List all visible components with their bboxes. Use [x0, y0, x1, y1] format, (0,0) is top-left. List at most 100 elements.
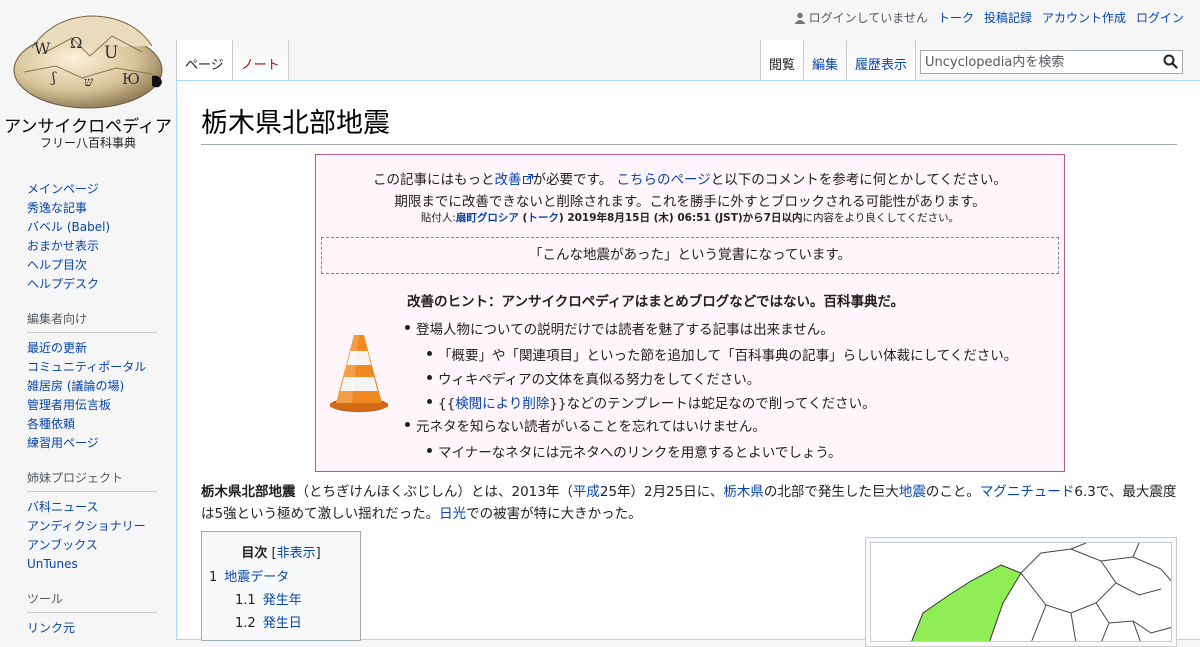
sidebar-item-what-links-here[interactable]: リンク元 — [27, 621, 75, 635]
toc-item[interactable]: 1.1 発生年 — [235, 589, 302, 608]
improve-link[interactable]: 改善 — [495, 172, 533, 188]
search-box — [920, 50, 1183, 74]
sidebar-sisters: 姉妹プロジェクト バ科ニュース アンディクショナリー アンブックス UnTune… — [27, 469, 157, 574]
toc-bracket: ] — [315, 546, 321, 561]
sidebar-item-help-desk[interactable]: ヘルプデスク — [27, 277, 99, 291]
create-account-link[interactable]: アカウント作成 — [1042, 9, 1126, 26]
anon-user-indicator: ログインしていません — [794, 9, 928, 26]
toc-title: 目次 [非表示] — [202, 542, 360, 561]
earthquake-link[interactable]: 地震 — [899, 484, 926, 500]
view-tabs: 閲覧 編集 履歴表示 — [760, 40, 917, 80]
tab-talk[interactable]: ノート — [232, 40, 289, 80]
sig-user-link[interactable]: 扇町グロシア — [456, 212, 519, 224]
svg-text:ש: ש — [84, 75, 94, 90]
puzzle-globe-logo-icon: W Ω U ʃ ש Ю — [13, 15, 163, 109]
hint-subitem: ウィキペディアの文体を真似る努力をしてください。 — [426, 368, 1017, 388]
tab-read[interactable]: 閲覧 — [760, 40, 805, 80]
site-tagline: フリー八百科事典 — [39, 136, 136, 150]
nikko-link[interactable]: 日光 — [439, 506, 466, 522]
toc-hide-toggle[interactable]: 非表示 — [277, 546, 316, 561]
login-link[interactable]: ログイン — [1136, 9, 1184, 26]
sidebar-item-requests[interactable]: 各種依頼 — [27, 417, 75, 431]
svg-text:Ω: Ω — [70, 34, 82, 52]
sidebar-item-recent-changes[interactable]: 最近の更新 — [27, 341, 87, 355]
this-page-link[interactable]: こちらのページ — [617, 172, 711, 188]
notice-text: が必要です。 — [532, 172, 613, 188]
sidebar-item-sandbox[interactable]: 練習用ページ — [27, 436, 99, 450]
sidebar-editors: 編集者向け 最近の更新 コミュニティポータル 雑居房 (議論の場) 管理者用伝言… — [27, 310, 157, 453]
intro-bold-title: 栃木県北部地震 — [201, 484, 296, 500]
map-frame — [870, 542, 1172, 642]
intro-text: （とちぎけんほくぶじしん）とは、2013年（ — [295, 484, 573, 500]
tochigi-map-image — [911, 543, 1171, 641]
hint-list: 登場人物についての説明だけでは読者を魅了する記事は出来ません。 — [405, 318, 834, 338]
hint-item: 登場人物についての説明だけでは読者を魅了する記事は出来ません。 — [405, 318, 834, 338]
toc-link[interactable]: 発生日 — [263, 616, 302, 631]
sidebar-navigation: メインページ 秀逸な記事 バベル (Babel) おまかせ表示 ヘルプ目次 ヘル… — [27, 180, 157, 294]
toc-number: 1 — [209, 570, 218, 585]
sig-talk-link[interactable]: トーク — [527, 212, 559, 224]
intro-text: での被害が特に大きかった。 — [466, 506, 642, 522]
search-input[interactable] — [921, 51, 1159, 74]
sidebar-item-featured[interactable]: 秀逸な記事 — [27, 201, 87, 215]
personal-contributions-link[interactable]: 投稿記録 — [984, 9, 1032, 26]
site-logo[interactable]: W Ω U ʃ ש Ю アンサイクロペディア フリー八百科事典 — [0, 0, 176, 160]
user-icon — [794, 12, 806, 24]
tab-history[interactable]: 履歴表示 — [847, 40, 917, 80]
anon-user-label: ログインしていません — [808, 11, 928, 25]
notice-line-1: この記事にはもっと改善 が必要です。 こちらのページと以下のコメントを参考に何とか… — [316, 168, 1064, 188]
notice-text: この記事にはもっと — [373, 172, 495, 188]
intro-paragraph: 栃木県北部地震（とちぎけんほくぶじしん）とは、2013年（平成25年）2月25日… — [201, 481, 1177, 525]
toc-heading: 目次 — [241, 546, 268, 561]
tab-page[interactable]: ページ — [176, 40, 233, 80]
map-thumbnail[interactable] — [865, 537, 1177, 647]
hint-subitem: {{検閲により削除}}などのテンプレートは蛇足なので削ってください。 — [426, 392, 1017, 412]
notice-text: と以下のコメントを参考に何とかしてください。 — [710, 172, 1007, 188]
toc-number: 1.2 — [235, 616, 256, 631]
sidebar-item-bakanews[interactable]: バ科ニュース — [27, 500, 98, 514]
toc-item[interactable]: 1 地震データ — [209, 566, 289, 585]
magnitude-link[interactable]: マグニチュード — [980, 484, 1075, 500]
sig-suffix: に内容をより良くしてください。 — [802, 212, 960, 224]
toc-link[interactable]: 地震データ — [224, 570, 289, 585]
censored-template-link[interactable]: 検閲により削除 — [455, 396, 549, 412]
toc-link[interactable]: 発生年 — [263, 593, 302, 608]
sidebar-item-unbooks[interactable]: アンブックス — [27, 538, 98, 552]
table-of-contents: 目次 [非表示] 1 地震データ 1.1 発生年 1.2 発生日 — [201, 531, 361, 641]
hint-title: 改善のヒント：アンサイクロペディアはまとめブログなどではない。百科事典だ。 — [407, 294, 905, 310]
search-icon — [1163, 54, 1178, 69]
hint-sublist: 「概要」や「関連項目」といった節を追加して「百科事典の記事」らしい体裁にしてくだ… — [426, 344, 1017, 412]
sidebar-item-village-pump[interactable]: 雑居房 (議論の場) — [27, 379, 124, 393]
personal-tools: ログインしていません トーク 投稿記録 アカウント作成 ログイン — [794, 9, 1184, 26]
intro-text: のこと。 — [925, 484, 980, 500]
personal-talk-link[interactable]: トーク — [938, 9, 974, 26]
sidebar-item-community-portal[interactable]: コミュニティポータル — [27, 360, 146, 374]
toc-item[interactable]: 1.2 発生日 — [235, 612, 302, 631]
hint-sublist-2: マイナーなネタには元ネタへのリンクを用意するとよいでしょう。 — [427, 441, 842, 461]
cleanup-notice-box: この記事にはもっと改善 が必要です。 こちらのページと以下のコメントを参考に何とか… — [315, 154, 1065, 472]
hint-subitem: 「概要」や「関連項目」といった節を追加して「百科事典の記事」らしい体裁にしてくだ… — [426, 344, 1017, 364]
notice-line-2: 期限までに改善できないと削除されます。これを勝手に外すとブロックされる可能性があ… — [394, 194, 986, 210]
svg-text:Ю: Ю — [122, 70, 140, 88]
notice-comment: 「こんな地震があった」という覚書になっています。 — [321, 237, 1059, 274]
sidebar-item-undictionary[interactable]: アンディクショナリー — [27, 519, 146, 533]
search-button[interactable] — [1163, 54, 1178, 73]
toc-number: 1.1 — [235, 593, 256, 608]
sidebar-item-main-page[interactable]: メインページ — [27, 182, 99, 196]
sidebar-item-help-contents[interactable]: ヘルプ目次 — [27, 258, 87, 272]
sidebar-item-admin-board[interactable]: 管理者用伝言板 — [27, 398, 111, 412]
sidebar-item-random[interactable]: おまかせ表示 — [27, 239, 99, 253]
notice-signature: 貼付人:扇町グロシア (トーク) 2019年8月15日 (木) 06:51 (J… — [316, 210, 1064, 225]
hint-text: }}などのテンプレートは蛇足なので削ってください。 — [549, 396, 876, 412]
hint-item: 元ネタを知らない読者がいることを忘れてはいけません。 — [405, 415, 766, 435]
sidebar-item-untunes[interactable]: UnTunes — [27, 557, 78, 571]
intro-text: の北部で発生した巨大 — [763, 484, 899, 500]
sidebar: メインページ 秀逸な記事 バベル (Babel) おまかせ表示 ヘルプ目次 ヘル… — [0, 180, 176, 638]
sidebar-item-babel[interactable]: バベル (Babel) — [27, 220, 110, 234]
sig-date: ) 2019年8月15日 (木) 06:51 (JST)から7日以内 — [558, 212, 803, 224]
heisei-link[interactable]: 平成 — [573, 484, 600, 500]
tab-edit[interactable]: 編集 — [804, 40, 848, 80]
tochigi-link[interactable]: 栃木県 — [723, 484, 764, 500]
sidebar-tools-heading: ツール — [27, 590, 157, 613]
intro-text: 25年）2月25日に、 — [599, 484, 724, 500]
